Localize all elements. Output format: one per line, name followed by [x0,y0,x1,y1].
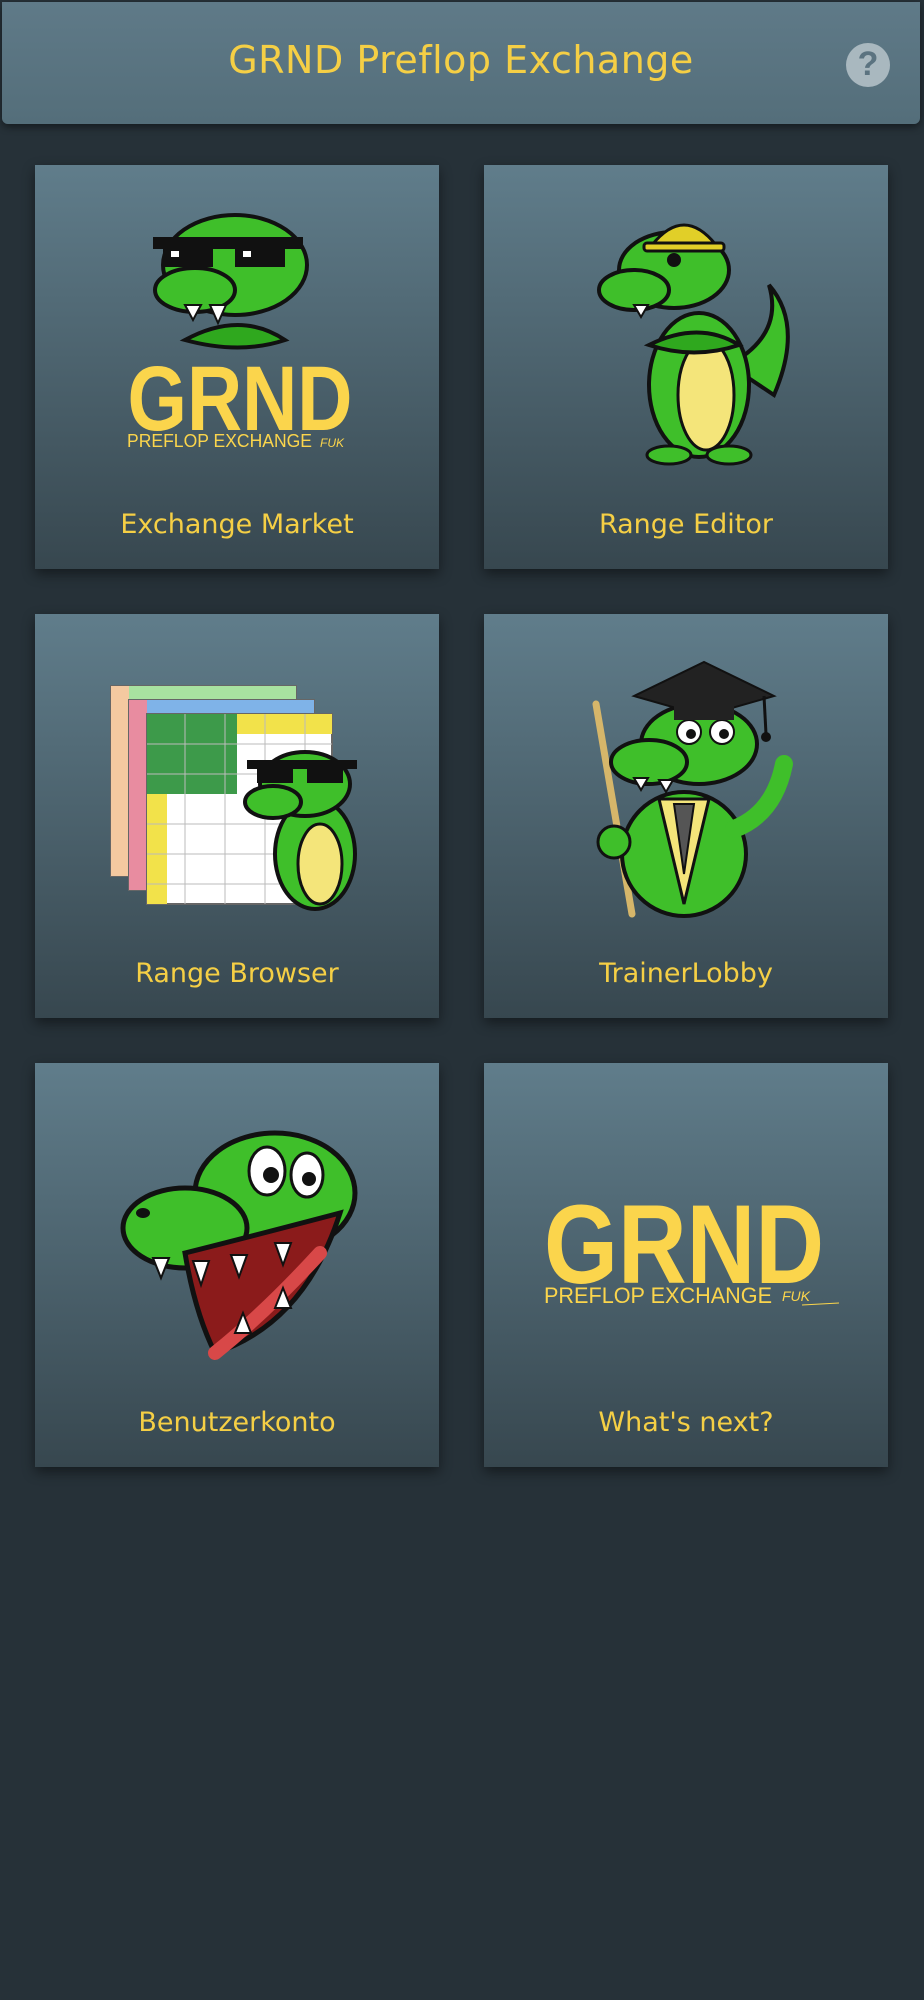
tile-label: Range Editor [598,509,774,540]
logo-signature: FUK [782,1288,811,1304]
crocodile-hardhat-icon [597,223,790,466]
logo-subtitle: PREFLOP EXCHANGE [544,1283,772,1308]
app-header: GRND Preflop Exchange ? [2,2,920,124]
tile-label: TrainerLobby [599,958,773,989]
crocodile-sunglasses-logo-icon: GRND PREFLOP EXCHANGE FUK [127,213,353,451]
tile-label: Range Browser [135,958,339,989]
help-button[interactable]: ? [846,43,890,87]
tile-whats-next[interactable]: GRND PREFLOP EXCHANGE FUK What's next? [484,1063,888,1467]
tile-label: What's next? [598,1407,774,1438]
grnd-logo-icon: GRND PREFLOP EXCHANGE FUK [544,1182,840,1308]
tile-range-editor[interactable]: Range Editor [484,165,888,569]
tile-benutzerkonto[interactable]: Benutzerkonto [35,1063,439,1467]
tile-exchange-market[interactable]: GRND PREFLOP EXCHANGE FUK Exchange Marke… [35,165,439,569]
question-mark-icon: ? [857,45,879,83]
logo-subtitle: PREFLOP EXCHANGE [127,431,312,451]
page-title: GRND Preflop Exchange [228,38,694,82]
logo-signature: FUK [320,436,345,450]
tile-range-browser[interactable]: Range Browser [35,614,439,1018]
crocodile-graduate-icon [592,660,793,918]
tile-trainer-lobby[interactable]: TrainerLobby [484,614,888,1018]
range-charts-crocodile-icon [110,685,357,911]
tile-label: Exchange Market [120,509,354,540]
crocodile-head-icon [120,1130,358,1360]
tile-label: Benutzerkonto [138,1407,336,1438]
